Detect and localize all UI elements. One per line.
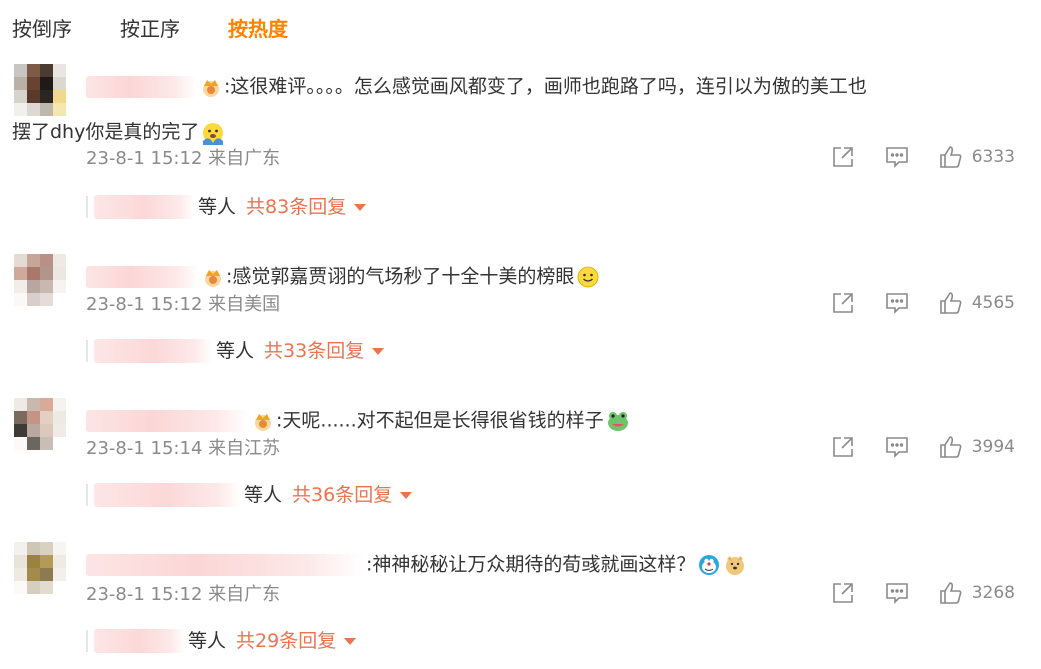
share-icon [832,437,853,457]
crown-badge-icon [205,269,221,287]
reply-suffix: 等人 [188,630,227,652]
username-blurred[interactable] [86,553,362,576]
reply-username-blurred [94,483,240,507]
comment-item: :感觉郭嘉贾诩的气场秒了十全十美的榜眼 23-8-1 15:12 来自美国 45… [0,254,1041,398]
username-blurred[interactable] [86,75,196,98]
reply-preview[interactable]: 等人 共83条回复 [86,192,367,222]
crown-badge-icon [203,79,219,97]
avatar[interactable] [14,254,66,306]
face-with-hands-icon [203,122,224,145]
comment-button[interactable] [884,580,910,606]
smiling-face-icon [578,266,599,287]
comment-text: :这很难评。。。。怎么感觉画风都变了，画师也跑路了吗，连引以为傲的美工也 [224,75,867,98]
username-blurred[interactable] [86,265,198,288]
avatar[interactable] [14,64,66,116]
comment-section: 按倒序 按正序 按热度 :这很难评。。。。怎么感觉画风都变了，画师也跑路了吗，连… [0,0,1041,669]
doge-icon [726,555,745,575]
comment-meta: 23-8-1 15:12 来自广东 [86,148,281,169]
like-count: 3268 [971,583,1015,603]
comment-icon [885,293,908,314]
like-button[interactable]: 3994 [938,434,1015,460]
reply-count-link[interactable]: 共83条回复 [246,192,367,222]
share-button[interactable] [830,144,856,170]
reply-divider [86,340,88,362]
like-button[interactable]: 3268 [938,580,1015,606]
comment-item: :这很难评。。。。怎么感觉画风都变了，画师也跑路了吗，连引以为傲的美工也 摆了d… [0,64,1041,219]
comment-meta: 23-8-1 15:12 来自美国 [86,294,281,315]
reply-username-blurred [94,195,194,219]
reply-count-link[interactable]: 共36条回复 [292,480,413,510]
like-icon [939,146,962,168]
comment-text: :天呢......对不起但是长得很省钱的样子 [276,409,604,432]
comment-icon [885,437,908,458]
tab-sort-forward[interactable]: 按正序 [120,13,180,45]
reply-suffix: 等人 [198,196,237,218]
caret-down-icon [372,347,385,355]
reply-divider [86,484,88,506]
reply-username-blurred [94,339,212,363]
share-button[interactable] [830,290,856,316]
reply-divider [86,630,88,652]
reply-preview[interactable]: 等人 共33条回复 [86,336,385,366]
share-button[interactable] [830,580,856,606]
share-icon [832,583,853,603]
caret-down-icon [400,491,413,499]
comment-text: :感觉郭嘉贾诩的气场秒了十全十美的榜眼 [226,265,575,288]
share-icon [832,147,853,167]
caret-down-icon [344,637,357,645]
share-icon [832,293,853,313]
comment-actions: 3994 [802,434,1015,460]
tab-sort-reverse[interactable]: 按倒序 [12,13,72,45]
reply-count-link[interactable]: 共33条回复 [264,336,385,366]
comment-text: :神神秘秘让万众期待的荀彧就画这样？ [366,553,696,576]
like-count: 3994 [971,437,1015,457]
like-button[interactable]: 6333 [938,144,1015,170]
share-button[interactable] [830,434,856,460]
caret-down-icon [354,203,367,211]
comment-item: :神神秘秘让万众期待的荀彧就画这样？ 23-8-1 15:12 来自广东 326… [0,542,1041,669]
reply-count-link[interactable]: 共29条回复 [236,626,357,656]
comment-icon [885,147,908,168]
like-button[interactable]: 4565 [938,290,1015,316]
tab-sort-hot[interactable]: 按热度 [228,13,288,45]
comment-button[interactable] [884,290,910,316]
crown-badge-icon [255,413,271,431]
doraemon-icon [699,554,720,575]
comment-item: :天呢......对不起但是长得很省钱的样子 23-8-1 15:14 来自江苏… [0,398,1041,542]
reply-divider [86,196,88,218]
like-icon [939,582,962,604]
comment-actions: 6333 [802,144,1015,170]
comment-meta: 23-8-1 15:14 来自江苏 [86,438,281,459]
comment-actions: 3268 [802,580,1015,606]
comment-button[interactable] [884,434,910,460]
username-blurred[interactable] [86,409,248,432]
like-count: 4565 [971,293,1015,313]
frog-face-icon [607,411,628,431]
sort-tabs: 按倒序 按正序 按热度 [12,13,336,45]
like-icon [939,292,962,314]
comment-icon [885,583,908,604]
avatar[interactable] [14,398,66,450]
like-icon [939,436,962,458]
like-count: 6333 [971,147,1015,167]
comment-text-continued: 摆了dhy你是真的完了 [12,121,200,143]
comment-meta: 23-8-1 15:12 来自广东 [86,584,281,605]
reply-suffix: 等人 [244,484,283,506]
reply-username-blurred [94,629,184,653]
reply-suffix: 等人 [216,340,255,362]
reply-preview[interactable]: 等人 共29条回复 [86,626,357,656]
comment-actions: 4565 [802,290,1015,316]
avatar[interactable] [14,542,66,594]
reply-preview[interactable]: 等人 共36条回复 [86,480,413,510]
comment-button[interactable] [884,144,910,170]
